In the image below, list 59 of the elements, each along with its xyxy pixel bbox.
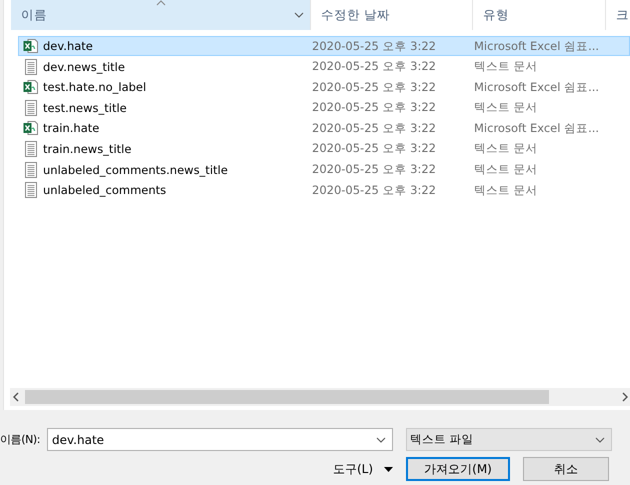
text-file-icon xyxy=(23,140,39,157)
file-name: unlabeled_comments.news_title xyxy=(43,162,229,177)
text-file-icon xyxy=(23,182,39,198)
scrollbar-thumb[interactable] xyxy=(25,390,549,404)
sort-caret-icon xyxy=(156,0,166,6)
file-name: test.news_title xyxy=(43,100,128,115)
file-date: 2020-05-25 오후 3:22 xyxy=(312,100,437,116)
file-name: unlabeled_comments xyxy=(43,183,168,198)
file-type: Microsoft Excel 쉼표... xyxy=(474,120,600,136)
file-row[interactable]: dev.hate 2020-05-25 오후 3:22 Microsoft Excel 쉼표... xyxy=(18,36,630,56)
file-date: 2020-05-25 오후 3:22 xyxy=(312,141,437,156)
file-row[interactable]: test.hate.no_label 2020-05-25 오후 3:22 Microsoft Excel 쉼표... xyxy=(18,77,630,98)
import-button[interactable]: 가져오기(M) xyxy=(406,457,510,481)
column-header[interactable]: 수정한 날짜 xyxy=(311,0,473,30)
caret-icon xyxy=(384,466,393,472)
column-header[interactable]: 유형 xyxy=(473,0,606,30)
horizontal-scrollbar[interactable] xyxy=(10,388,630,406)
file-type: 텍스트 문서 xyxy=(474,100,538,116)
file-type: Microsoft Excel 쉼표... xyxy=(474,80,600,95)
filename-field[interactable]: dev.hate xyxy=(47,428,393,451)
file-name: train.news_title xyxy=(43,142,132,156)
file-type-dropdown[interactable]: 텍스트 파일 xyxy=(406,428,612,451)
file-row[interactable]: train.hate 2020-05-25 오후 3:22 Microsoft Excel 쉼표... xyxy=(18,118,630,138)
scroll-left-icon[interactable] xyxy=(12,392,20,402)
spreadsheet-file-icon xyxy=(23,38,39,54)
spreadsheet-file-icon xyxy=(23,79,39,96)
file-name: dev.news_title xyxy=(43,60,126,74)
text-file-icon xyxy=(23,100,39,116)
text-file-icon xyxy=(23,162,39,178)
file-type: 텍스트 문서 xyxy=(474,182,538,198)
column-header[interactable]: 크 xyxy=(606,0,630,30)
file-date: 2020-05-25 오후 3:22 xyxy=(312,120,437,136)
file-type: 텍스트 문서 xyxy=(474,162,538,178)
file-type: 텍스트 문서 xyxy=(474,141,538,156)
scroll-right-icon[interactable] xyxy=(621,392,629,402)
spreadsheet-file-icon xyxy=(23,120,39,136)
text-file-icon xyxy=(23,58,39,75)
chevron-down-icon[interactable] xyxy=(294,12,304,18)
file-row[interactable]: test.news_title 2020-05-25 오후 3:22 텍스트 문서 xyxy=(18,98,630,118)
file-type: Microsoft Excel 쉼표... xyxy=(474,38,600,54)
file-date: 2020-05-25 오후 3:22 xyxy=(312,182,437,198)
file-row[interactable]: unlabeled_comments.news_title 2020-05-25 오후 3:22 텍스트 문서 xyxy=(18,160,630,180)
file-name: dev.hate xyxy=(43,39,94,53)
chevron-down-icon[interactable] xyxy=(376,436,386,442)
filename-label: 이름(N): xyxy=(0,432,42,447)
file-name: test.hate.no_label xyxy=(43,80,148,94)
file-name: train.hate xyxy=(43,121,100,136)
cancel-button[interactable]: 취소 xyxy=(523,457,609,481)
file-row[interactable]: dev.news_title 2020-05-25 오후 3:22 텍스트 문서 xyxy=(18,56,630,77)
file-date: 2020-05-25 오후 3:22 xyxy=(312,80,437,95)
file-row[interactable]: train.news_title 2020-05-25 오후 3:22 텍스트 문서 xyxy=(18,138,630,159)
column-header[interactable]: 이름 xyxy=(11,0,311,30)
file-date: 2020-05-25 오후 3:22 xyxy=(312,38,437,54)
chevron-down-icon[interactable] xyxy=(595,436,605,442)
tools-menu-button[interactable]: 도구(L) xyxy=(333,457,399,481)
file-type: 텍스트 문서 xyxy=(474,59,538,74)
file-date: 2020-05-25 오후 3:22 xyxy=(312,162,437,178)
file-row[interactable]: unlabeled_comments 2020-05-25 오후 3:22 텍스트 문서 xyxy=(18,180,630,200)
file-date: 2020-05-25 오후 3:22 xyxy=(312,59,437,74)
